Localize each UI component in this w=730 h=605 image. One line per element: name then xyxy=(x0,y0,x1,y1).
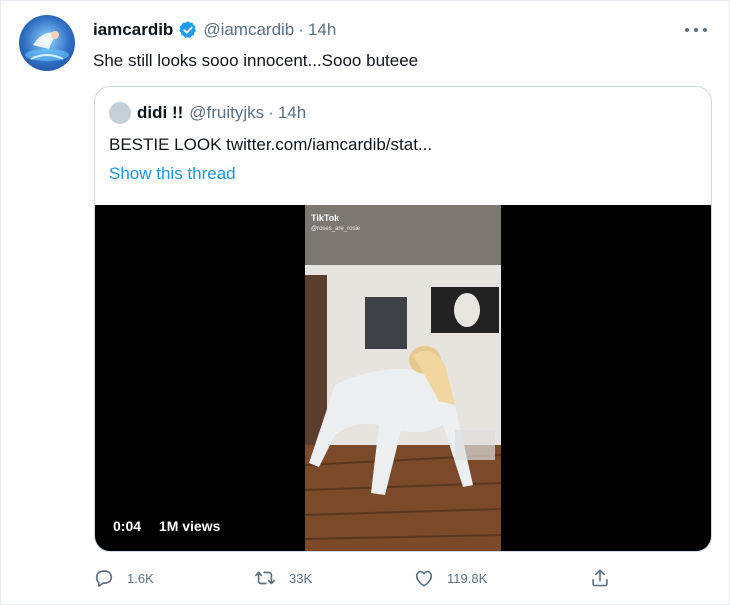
reply-count: 1.6K xyxy=(127,570,154,586)
author-handle[interactable]: @iamcardib xyxy=(203,20,294,40)
quoted-author-name: didi !! xyxy=(137,103,184,122)
share-icon xyxy=(592,569,608,587)
tweet-header: iamcardib @iamcardib · 14h xyxy=(93,19,336,41)
quoted-author-handle: @fruityjks xyxy=(189,103,265,122)
retweet-icon xyxy=(255,571,275,585)
avatar[interactable] xyxy=(19,15,75,71)
video-elapsed: 0:04 xyxy=(113,518,142,534)
show-thread-link[interactable]: Show this thread xyxy=(109,164,236,184)
quoted-tweet[interactable]: didi !! @fruityjks · 14h BESTIE LOOK twi… xyxy=(94,86,712,552)
share-button[interactable] xyxy=(589,567,623,589)
avatar-image xyxy=(25,31,69,61)
tiktok-watermark-handle: @roses_are_rosie xyxy=(311,226,361,232)
quoted-separator-dot: · xyxy=(268,103,274,122)
retweet-count: 33K xyxy=(289,570,313,586)
reply-icon xyxy=(95,570,113,587)
like-count: 119.8K xyxy=(447,570,488,586)
video-overlay: 0:04 1M views xyxy=(113,518,234,534)
like-button[interactable]: 119.8K xyxy=(413,567,487,589)
tiktok-watermark: TikTok xyxy=(311,213,340,223)
quoted-avatar xyxy=(109,102,131,124)
reply-button[interactable]: 1.6K xyxy=(93,567,154,589)
video-player[interactable]: TikTok @roses_are_rosie 0:04 1M views xyxy=(95,205,711,551)
more-icon[interactable] xyxy=(685,23,707,37)
author-name[interactable]: iamcardib xyxy=(93,20,173,40)
like-icon xyxy=(415,570,433,587)
quoted-text: BESTIE LOOK twitter.com/iamcardib/stat..… xyxy=(109,135,433,154)
video-views: 1M views xyxy=(158,518,221,534)
quoted-timestamp: 14h xyxy=(277,103,307,122)
separator-dot: · xyxy=(298,20,304,39)
video-still-image xyxy=(305,205,501,551)
quoted-header: didi !! @fruityjks · 14h xyxy=(109,101,306,125)
retweet-button[interactable]: 33K xyxy=(253,567,312,589)
tweet-timestamp[interactable]: 14h xyxy=(308,20,336,40)
verified-badge-icon xyxy=(179,21,197,38)
video-frame[interactable]: TikTok @roses_are_rosie xyxy=(305,205,501,551)
tweet-text: She still looks sooo innocent...Sooo but… xyxy=(93,51,419,70)
action-bar: 1.6K 33K 119.8K xyxy=(93,567,633,591)
tweet-card[interactable]: iamcardib @iamcardib · 14h She still loo… xyxy=(0,0,730,605)
